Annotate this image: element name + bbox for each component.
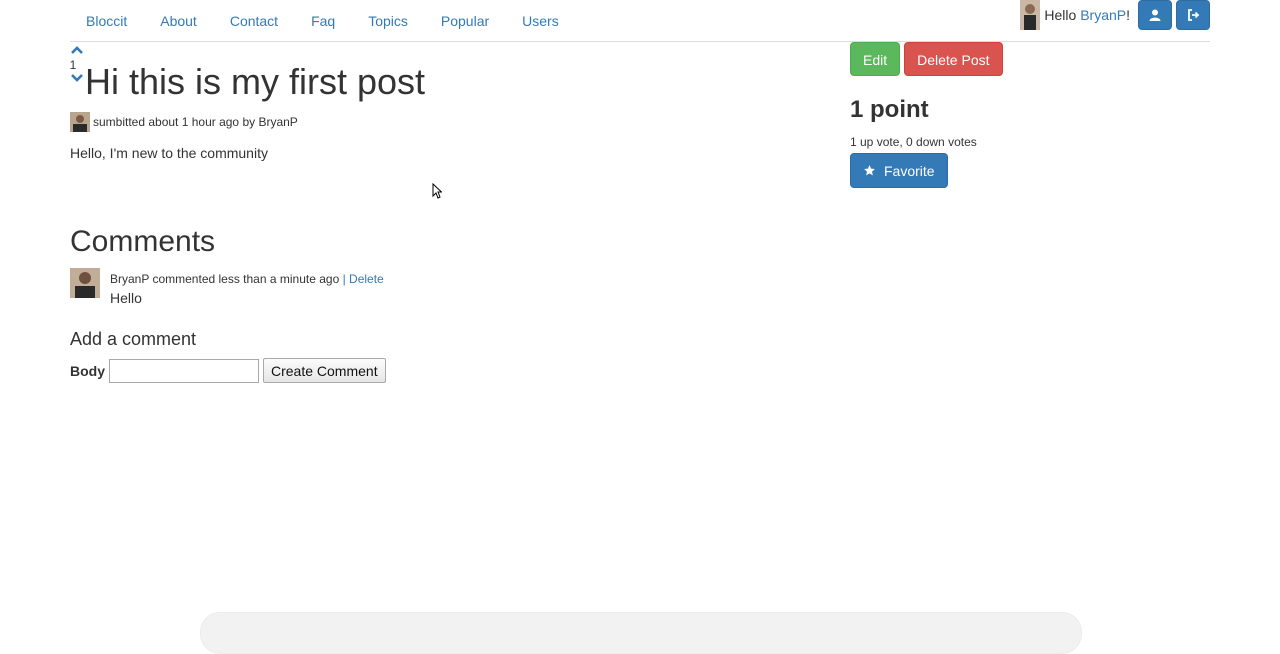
avatar bbox=[1020, 0, 1041, 30]
comment-content: BryanP commented less than a minute ago … bbox=[110, 268, 384, 307]
comment-separator: | bbox=[339, 272, 350, 286]
bottom-overlay-bar bbox=[200, 612, 1082, 654]
nav-link-about[interactable]: About bbox=[144, 0, 214, 41]
comment-author-time: BryanP commented less than a minute ago bbox=[110, 272, 340, 286]
submitted-text: sumbitted about 1 hour ago by BryanP bbox=[93, 115, 298, 129]
nav-link-faq[interactable]: Faq bbox=[295, 0, 352, 41]
create-comment-button[interactable]: Create Comment bbox=[263, 358, 386, 383]
comment-meta: BryanP commented less than a minute ago … bbox=[110, 268, 384, 290]
username-link[interactable]: BryanP bbox=[1080, 7, 1126, 23]
top-navbar: Bloccit About Contact Faq Topics Popular… bbox=[70, 0, 1210, 42]
votes-summary: 1 up vote, 0 down votes bbox=[850, 135, 977, 149]
nav-link-topics[interactable]: Topics bbox=[352, 0, 425, 41]
favorite-button[interactable]: Favorite bbox=[850, 153, 948, 188]
body-label: Body bbox=[70, 362, 105, 379]
points-total: 1 point bbox=[850, 96, 929, 123]
sign-out-icon bbox=[1187, 9, 1199, 21]
downvote-chevron-icon[interactable] bbox=[70, 72, 84, 84]
mouse-cursor-icon bbox=[432, 183, 442, 199]
comment-form: Body Create Comment bbox=[70, 358, 386, 383]
vote-widget: 1 bbox=[70, 44, 84, 84]
post-body: Hello, I'm new to the community bbox=[70, 145, 268, 161]
nav-link-bloccit[interactable]: Bloccit bbox=[70, 0, 144, 41]
delete-post-button[interactable]: Delete Post bbox=[904, 42, 1003, 76]
star-icon bbox=[864, 165, 875, 176]
post-title: Hi this is my first post bbox=[85, 61, 426, 102]
comment-body: Hello bbox=[110, 290, 142, 306]
post-submitted-info: sumbitted about 1 hour ago by BryanP bbox=[70, 112, 298, 132]
upvote-chevron-icon[interactable] bbox=[70, 44, 84, 56]
user-menu: Hello BryanP! bbox=[1020, 0, 1210, 30]
add-comment-heading: Add a comment bbox=[70, 329, 197, 349]
greeting-prefix: Hello bbox=[1044, 7, 1081, 23]
favorite-label: Favorite bbox=[884, 162, 935, 179]
user-icon bbox=[1149, 9, 1161, 21]
delete-comment-link[interactable]: Delete bbox=[349, 272, 384, 286]
list-item: BryanP commented less than a minute ago … bbox=[70, 268, 384, 307]
avatar bbox=[70, 112, 90, 132]
nav-link-popular[interactable]: Popular bbox=[425, 0, 506, 41]
nav-link-contact[interactable]: Contact bbox=[214, 0, 295, 41]
vote-count: 1 bbox=[69, 58, 77, 72]
comment-body-input[interactable] bbox=[109, 358, 259, 383]
logout-button[interactable] bbox=[1176, 0, 1210, 30]
avatar bbox=[70, 268, 100, 298]
nav-links: Bloccit About Contact Faq Topics Popular… bbox=[70, 0, 576, 41]
edit-button[interactable]: Edit bbox=[850, 42, 901, 76]
nav-link-users[interactable]: Users bbox=[506, 0, 576, 41]
profile-button[interactable] bbox=[1138, 0, 1172, 30]
greeting-suffix: ! bbox=[1126, 7, 1130, 23]
comments-heading: Comments bbox=[70, 225, 216, 258]
post-actions: Edit Delete Post bbox=[850, 42, 1003, 76]
greeting: Hello BryanP! bbox=[1044, 7, 1130, 23]
